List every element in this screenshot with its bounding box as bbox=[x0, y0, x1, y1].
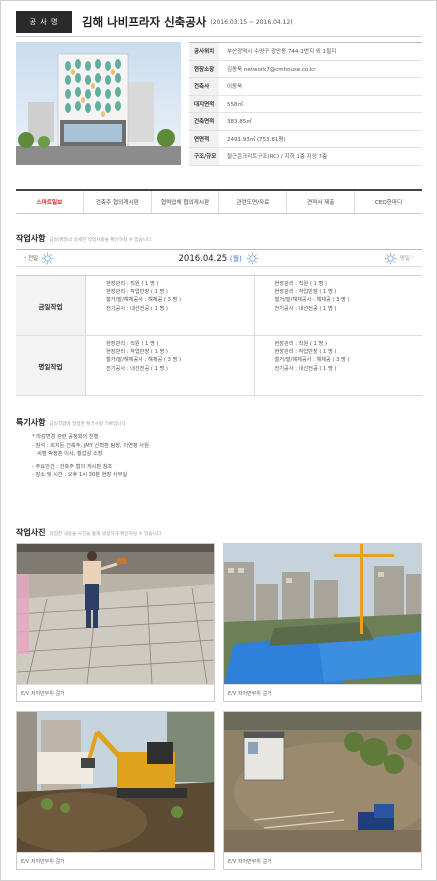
work-line: 철거/발/해체공사 : 해체공 ( 3 명 ) bbox=[274, 297, 350, 304]
work-photo bbox=[224, 712, 421, 852]
tab-drawings[interactable]: 관련도면/자료 bbox=[219, 191, 288, 213]
info-key: 건축면적 bbox=[189, 113, 219, 130]
work-line: 전기공사 : 내선전공 ( 1 명 ) bbox=[274, 305, 337, 312]
current-weekday: (월) bbox=[229, 254, 242, 263]
info-key: 건축사 bbox=[189, 78, 219, 95]
work-line: 철거/발/해체공사 : 해체공 ( 3 명 ) bbox=[106, 357, 181, 364]
tab-owner-board[interactable]: 건축주 협의게시판 bbox=[84, 191, 152, 213]
header-divider bbox=[16, 36, 422, 37]
info-key: 대지면적 bbox=[189, 95, 219, 112]
project-name-badge: 공 사 명 bbox=[16, 11, 72, 33]
photos-section-desc: 작업한 내용을 사진을 통해 생생하게 확인하실 수 있습니다. bbox=[49, 532, 163, 537]
work-photo bbox=[224, 544, 421, 684]
next-day-button[interactable]: 명일 › bbox=[384, 252, 414, 265]
work-cell: 현장관리 : 직원 ( 1 명 ) 현장관리 : 작업반장 ( 1 명 ) 철거… bbox=[255, 276, 423, 335]
work-line: 현장관리 : 작업반장 ( 1 명 ) bbox=[106, 349, 168, 356]
work-cell: 현장관리 : 직원 ( 1 명 ) 현장관리 : 작업반장 ( 1 명 ) 철거… bbox=[255, 336, 423, 395]
work-photo-card[interactable]: E/V 저어반부위 걸거 bbox=[223, 711, 422, 870]
info-key: 연면적 bbox=[189, 130, 219, 147]
info-value: 2491.93㎡ (753.81평) bbox=[227, 136, 286, 143]
note-line: 씨엠 박정훈 이사, 황갑상 소장 bbox=[37, 451, 103, 457]
work-line: 현장관리 : 직원 ( 1 명 ) bbox=[274, 341, 327, 347]
tab-estimate[interactable]: 견적서 제출 bbox=[287, 191, 356, 213]
work-photo-caption: E/V 저어반부위 걸거 bbox=[224, 852, 421, 869]
work-line: 현장관리 : 작업반장 ( 1 명 ) bbox=[274, 289, 337, 296]
work-cell: 현장관리 : 직원 ( 1 명 ) 현장관리 : 작업반장 ( 1 명 ) 철거… bbox=[86, 336, 255, 395]
notes-section-header: 특기사항 금일작업에 발생한 특기사항 기록입니다. bbox=[16, 417, 127, 428]
info-value: 철근콘크리트구조(RC) / 지하 1층 지상 7층 bbox=[227, 154, 328, 161]
work-row-label: 금일작업 bbox=[16, 276, 86, 335]
tab-ceo-message[interactable]: CEO한마디 bbox=[355, 191, 422, 213]
chevron-right-icon: › bbox=[410, 255, 414, 261]
work-photo-card[interactable]: E/V 저어반부위 걸거 bbox=[16, 711, 215, 870]
info-row: 건축사 이동욱 bbox=[189, 78, 422, 96]
work-line: 현장관리 : 직원 ( 1 명 ) bbox=[106, 281, 159, 287]
info-value: 383.85㎡ bbox=[227, 119, 252, 126]
work-table: 금일작업 현장관리 : 직원 ( 1 명 ) 현장관리 : 작업반장 ( 1 명… bbox=[16, 275, 422, 396]
work-photo bbox=[17, 712, 214, 852]
current-date-value: 2016.04.25 bbox=[178, 253, 228, 264]
board-tabs: 스마트일보 건축주 협의게시판 협력업체 협의게시판 관련도면/자료 견적서 제… bbox=[16, 189, 422, 214]
info-row: 구조/규모 철근콘크리트구조(RC) / 지하 1층 지상 7층 bbox=[189, 148, 422, 166]
work-line: 전기공사 : 내선전공 ( 1 명 ) bbox=[106, 305, 168, 312]
project-dates: (2016.03.15 ~ 2016.04.12) bbox=[210, 18, 293, 26]
work-section-title: 작업사항 bbox=[16, 234, 46, 243]
photos-section-title: 작업사진 bbox=[16, 528, 46, 537]
tab-smart-daily[interactable]: 스마트일보 bbox=[16, 191, 84, 213]
work-line: 현장관리 : 직원 ( 1 명 ) bbox=[274, 281, 327, 287]
work-photo-card[interactable]: E/V 저어반부위 걸거 bbox=[223, 543, 422, 702]
info-value: 558㎡ bbox=[227, 101, 243, 108]
notes-section-title: 특기사항 bbox=[16, 418, 46, 427]
info-row: 현장소장 김동욱 network7@cmhouse.co.kr bbox=[189, 60, 422, 78]
work-section-desc: 금일/명일의 상세한 작업사항을 확인하실 수 있습니다. bbox=[49, 238, 153, 243]
note-line: - 장소 및 시간 : 오후 1시 30분 현장 사무실 bbox=[32, 472, 128, 478]
work-row-label: 명일작업 bbox=[16, 336, 86, 395]
info-value[interactable]: 김동욱 network7@cmhouse.co.kr bbox=[219, 65, 315, 73]
info-key: 공사위치 bbox=[189, 43, 219, 60]
work-photo-caption: E/V 저어반부위 걸거 bbox=[17, 852, 214, 869]
work-photo-card[interactable]: E/V 저어반부위 걸거 bbox=[16, 543, 215, 702]
info-value: 부산광역시 수영구 광안동 744-1번지 외 1필지 bbox=[227, 49, 337, 56]
work-cell: 현장관리 : 직원 ( 1 명 ) 현장관리 : 작업반장 ( 1 명 ) 철거… bbox=[86, 276, 255, 335]
project-info-table: 공사위치 부산광역시 수영구 광안동 744-1번지 외 1필지 현장소장 김동욱 … bbox=[189, 42, 422, 166]
info-row: 대지면적 558㎡ bbox=[189, 95, 422, 113]
work-section-header: 작업사항 금일/명일의 상세한 작업사항을 확인하실 수 있습니다. bbox=[16, 233, 153, 244]
notes-section-desc: 금일작업에 발생한 특기사항 기록입니다. bbox=[49, 422, 128, 427]
work-line: 현장관리 : 작업반장 ( 1 명 ) bbox=[274, 349, 337, 356]
work-line: 현장관리 : 작업반장 ( 1 명 ) bbox=[106, 289, 168, 296]
work-photo bbox=[17, 544, 214, 684]
work-line: 철거/발/해체공사 : 해체공 ( 3 명 ) bbox=[106, 297, 181, 304]
info-row: 공사위치 부산광역시 수영구 광안동 744-1번지 외 1필지 bbox=[189, 43, 422, 61]
info-row: 건축면적 383.85㎡ bbox=[189, 113, 422, 131]
note-line: - 참석 : 회치돈 건축주, JMY 신혁훈 팀장, 이연정 사원 bbox=[32, 442, 149, 449]
date-navigator: ‹ 전일 2016.04.25 (월) 명일 › bbox=[16, 249, 422, 267]
work-photo-caption: E/V 저어반부위 걸거 bbox=[224, 684, 421, 701]
next-day-label: 명일 bbox=[399, 256, 411, 262]
work-line: 전기공사 : 내선전공 ( 1 명 ) bbox=[106, 365, 168, 372]
notes-body: * 마감변경 관련 공정회의 진행 - 참석 : 회치돈 건축주, JMY 신혁… bbox=[32, 433, 149, 480]
work-row-today: 금일작업 현장관리 : 직원 ( 1 명 ) 현장관리 : 작업반장 ( 1 명… bbox=[16, 276, 422, 336]
work-line: 전기공사 : 내선전공 ( 1 명 ) bbox=[274, 365, 337, 372]
sun-icon bbox=[384, 252, 397, 264]
building-photo bbox=[16, 42, 181, 165]
project-title: 김해 나비프라자 신축공사 bbox=[82, 15, 207, 29]
tab-partner-board[interactable]: 협력업체 협의게시판 bbox=[152, 191, 220, 213]
work-photo-caption: E/V 저어반부위 걸거 bbox=[17, 684, 214, 701]
info-key: 구조/규모 bbox=[189, 148, 219, 165]
note-line: * 마감변경 관련 공정회의 진행 bbox=[32, 434, 99, 440]
photos-section-header: 작업사진 작업한 내용을 사진을 통해 생생하게 확인하실 수 있습니다. bbox=[16, 527, 163, 538]
info-row: 연면적 2491.93㎡ (753.81평) bbox=[189, 130, 422, 148]
work-row-tomorrow: 명일작업 현장관리 : 직원 ( 1 명 ) 현장관리 : 작업반장 ( 1 명… bbox=[16, 336, 422, 396]
sun-icon bbox=[247, 252, 259, 264]
work-line: 현장관리 : 직원 ( 1 명 ) bbox=[106, 341, 159, 347]
info-value: 이동욱 bbox=[227, 84, 243, 91]
info-key: 현장소장 bbox=[189, 60, 219, 77]
note-line: - 주요안건 : 건축주 협의 게시판 참조 bbox=[32, 463, 113, 470]
current-date: 2016.04.25 (월) bbox=[16, 252, 422, 265]
project-header: 공 사 명 김해 나비프라자 신축공사 (2016.03.15 ~ 2016.0… bbox=[16, 11, 422, 33]
work-line: 철거/발/해체공사 : 해체공 ( 3 명 ) bbox=[274, 357, 350, 364]
